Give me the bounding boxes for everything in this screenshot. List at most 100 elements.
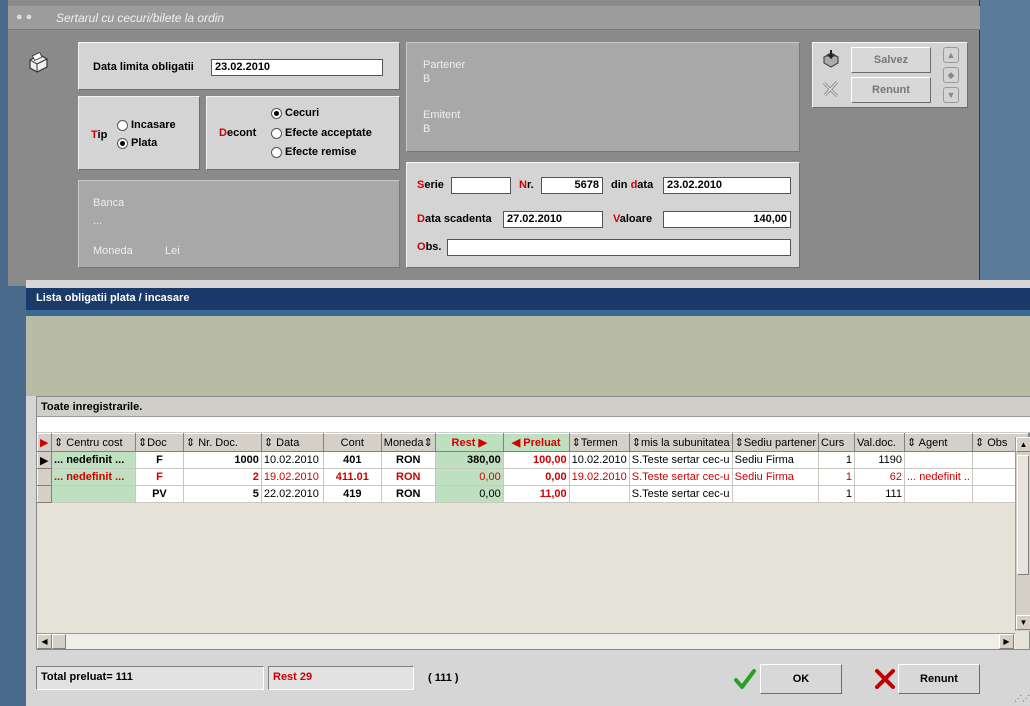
arrow-center-icon[interactable]: ◆ <box>943 67 959 83</box>
col-header-moneda[interactable]: Moneda⇕ <box>380 433 436 452</box>
cell-cont[interactable]: 401 <box>323 451 382 469</box>
cell-nr-doc[interactable]: 1000 <box>183 451 262 469</box>
col-header-centru-cost[interactable]: ⇕ Centru cost <box>50 433 136 452</box>
cell-data[interactable]: 19.02.2010 <box>261 468 324 486</box>
col-header-cont[interactable]: Cont <box>322 433 382 452</box>
cell-rest[interactable]: 0,00 <box>435 485 504 503</box>
document-panel: Serie Nr. 5678 din data 23.02.2010 Data … <box>406 162 800 268</box>
col-header-nr-doc[interactable]: ⇕ Nr. Doc. <box>182 433 262 452</box>
emitent-value: B <box>423 123 431 135</box>
scroll-right-icon[interactable]: ▶ <box>999 634 1014 649</box>
cell-val-doc[interactable]: 62 <box>854 468 905 486</box>
cell-curs[interactable]: 1 <box>818 451 855 469</box>
data-scadenta-field[interactable]: 27.02.2010 <box>503 211 603 228</box>
tip-option-plata[interactable]: Plata <box>117 137 157 149</box>
cell-termen[interactable]: 19.02.2010 <box>569 468 630 486</box>
decont-option-efecte-remise[interactable]: Efecte remise <box>271 146 357 158</box>
cell-doc[interactable]: PV <box>135 485 184 503</box>
save-button[interactable]: Salvez <box>851 47 931 73</box>
col-header-doc[interactable]: ⇕Doc <box>134 433 184 452</box>
table-row[interactable]: ▶ ... nedefinit ... F 1000 10.02.2010 40… <box>37 451 1030 469</box>
scroll-up-icon[interactable]: ▲ <box>1016 437 1030 452</box>
cell-val-doc[interactable]: 1190 <box>854 451 905 469</box>
cell-moneda[interactable]: RON <box>381 468 436 486</box>
cell-rest[interactable]: 380,00 <box>435 451 504 469</box>
cell-termen[interactable] <box>569 485 630 503</box>
vertical-scroll-thumb[interactable] <box>1017 455 1029 575</box>
col-header-curs[interactable]: Curs <box>818 433 855 452</box>
cell-doc[interactable]: F <box>135 451 184 469</box>
cell-data[interactable]: 10.02.2010 <box>261 451 324 469</box>
row-selector[interactable] <box>37 468 52 486</box>
col-header-preluat[interactable]: ◀ Preluat <box>502 433 570 452</box>
decont-option-cecuri[interactable]: Cecuri <box>271 107 319 119</box>
col-header-agent[interactable]: ⇕ Agent <box>903 433 973 452</box>
cell-rest[interactable]: 0,00 <box>435 468 504 486</box>
data-limita-field[interactable]: 23.02.2010 <box>211 59 383 76</box>
cell-sediu[interactable]: Sediu Firma <box>732 451 820 469</box>
cell-subunitatea[interactable]: S.Teste sertar cec-u <box>629 451 733 469</box>
cancel-x-icon <box>874 668 896 690</box>
row-selector[interactable] <box>37 485 52 503</box>
main-window-titlebar[interactable]: ●● Sertarul cu cecuri/bilete la ordin <box>8 6 980 30</box>
cell-nr-doc[interactable]: 2 <box>183 468 262 486</box>
arrow-down-icon[interactable]: ▼ <box>943 87 959 103</box>
col-header-data[interactable]: ⇕ Data <box>260 433 324 452</box>
main-window: ●● Sertarul cu cecuri/bilete la ordin Da… <box>8 0 980 286</box>
cell-data[interactable]: 22.02.2010 <box>261 485 324 503</box>
scroll-down-icon[interactable]: ▼ <box>1016 615 1030 630</box>
row-selector[interactable]: ▶ <box>37 451 52 469</box>
table-row[interactable]: ... nedefinit ... F 2 19.02.2010 411.01 … <box>37 468 1030 486</box>
cell-sediu[interactable]: Sediu Firma <box>732 468 820 486</box>
horizontal-scrollbar[interactable]: ◀ ▶ <box>37 633 1015 649</box>
valoare-field[interactable]: 140,00 <box>663 211 791 228</box>
col-header-rest[interactable]: Rest ▶ <box>434 433 504 452</box>
ok-button[interactable]: OK <box>760 664 842 694</box>
cell-sediu[interactable] <box>732 485 820 503</box>
cell-subunitatea[interactable]: S.Teste sertar cec-u <box>629 485 733 503</box>
cell-curs[interactable]: 1 <box>818 485 855 503</box>
nr-field[interactable]: 5678 <box>541 177 603 194</box>
renunt-button[interactable]: Renunt <box>898 664 980 694</box>
vertical-scrollbar[interactable]: ▲ ▼ <box>1015 437 1030 631</box>
cell-centru-cost[interactable]: ... nedefinit ... <box>51 468 136 486</box>
table-row[interactable]: PV 5 22.02.2010 419 RON 0,00 11,00 S.Tes… <box>37 485 1030 503</box>
cell-subunitatea[interactable]: S.Teste sertar cec-u <box>629 468 733 486</box>
tip-option-incasare[interactable]: Incasare <box>117 119 176 131</box>
col-header-val-doc[interactable]: Val.doc. <box>853 433 905 452</box>
cell-agent[interactable] <box>904 451 973 469</box>
col-header-subunitatea[interactable]: ⇕mis la subunitatea <box>628 433 733 452</box>
col-header-termen[interactable]: ⇕Termen <box>568 433 630 452</box>
action-panel: Salvez Renunt ▲ ◆ ▼ <box>812 42 968 108</box>
cell-termen[interactable]: 10.02.2010 <box>569 451 630 469</box>
cell-moneda[interactable]: RON <box>381 451 436 469</box>
horizontal-scroll-thumb[interactable] <box>52 634 66 649</box>
cell-curs[interactable]: 1 <box>818 468 855 486</box>
cell-preluat[interactable]: 100,00 <box>503 451 570 469</box>
printer-icon[interactable] <box>26 51 50 74</box>
cell-agent[interactable] <box>904 485 973 503</box>
serie-field[interactable] <box>451 177 511 194</box>
resize-grip-icon[interactable]: ⋰⋰ <box>1004 694 1030 706</box>
cell-preluat[interactable]: 11,00 <box>503 485 570 503</box>
col-header-sediu-partener[interactable]: ⇕Sediu partener <box>731 433 820 452</box>
cell-moneda[interactable]: RON <box>381 485 436 503</box>
decont-option-efecte-acceptate[interactable]: Efecte acceptate <box>271 127 372 139</box>
arrow-up-icon[interactable]: ▲ <box>943 47 959 63</box>
scroll-left-icon[interactable]: ◀ <box>37 634 52 649</box>
cell-centru-cost[interactable]: ... nedefinit ... <box>51 451 136 469</box>
cancel-button[interactable]: Renunt <box>851 77 931 103</box>
cell-doc[interactable]: F <box>135 468 184 486</box>
cell-val-doc[interactable]: 111 <box>854 485 905 503</box>
grid-filter-row[interactable] <box>37 417 1030 433</box>
cell-centru-cost[interactable] <box>51 485 136 503</box>
din-data-field[interactable]: 23.02.2010 <box>663 177 791 194</box>
cell-cont[interactable]: 419 <box>323 485 382 503</box>
cell-nr-doc[interactable]: 5 <box>183 485 262 503</box>
cell-cont[interactable]: 411.01 <box>323 468 382 486</box>
cell-preluat[interactable]: 0,00 <box>503 468 570 486</box>
list-window-titlebar[interactable]: Lista obligatii plata / incasare <box>26 288 1030 310</box>
cell-agent[interactable]: ... nedefinit .. <box>904 468 973 486</box>
obs-field[interactable] <box>447 239 791 256</box>
window-controls-icon[interactable]: ●● <box>16 11 35 23</box>
